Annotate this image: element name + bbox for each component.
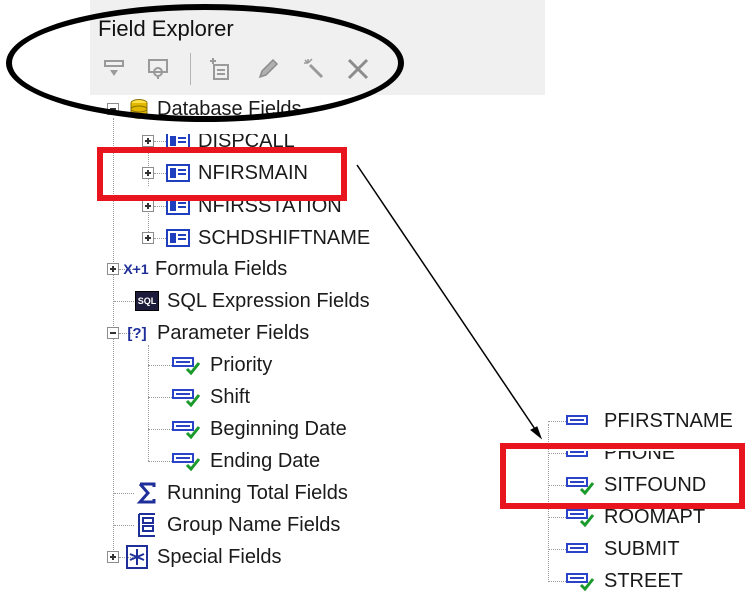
annotation-arrow bbox=[356, 164, 543, 440]
